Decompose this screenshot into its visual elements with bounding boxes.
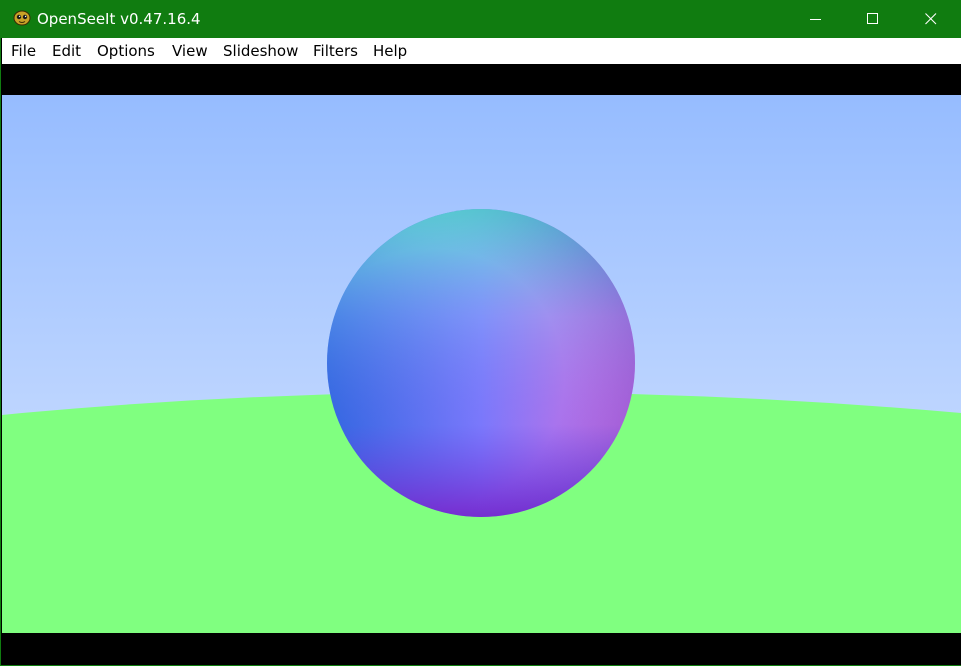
menu-edit[interactable]: Edit (52, 42, 81, 60)
menu-view[interactable]: View (172, 42, 208, 60)
close-button[interactable] (902, 0, 960, 38)
rendered-image (2, 95, 961, 633)
image-viewport[interactable] (2, 64, 961, 665)
window-title: OpenSeeIt v0.47.16.4 (37, 10, 201, 28)
title-bar[interactable]: OpenSeeIt v0.47.16.4 (1, 0, 961, 38)
close-icon (925, 13, 937, 25)
menu-filters[interactable]: Filters (313, 42, 358, 60)
minimize-icon (810, 19, 821, 20)
menu-bar: File Edit Options View Slideshow Filters… (2, 38, 961, 64)
sphere (327, 209, 635, 517)
app-window: OpenSeeIt v0.47.16.4 File Edit Options V… (0, 0, 961, 666)
menu-options[interactable]: Options (97, 42, 155, 60)
openseeit-app-icon (13, 10, 31, 26)
maximize-button[interactable] (844, 0, 902, 38)
menu-help[interactable]: Help (373, 42, 407, 60)
menu-file[interactable]: File (11, 42, 36, 60)
maximize-icon (867, 13, 878, 24)
minimize-button[interactable] (787, 0, 845, 38)
menu-slideshow[interactable]: Slideshow (223, 42, 298, 60)
